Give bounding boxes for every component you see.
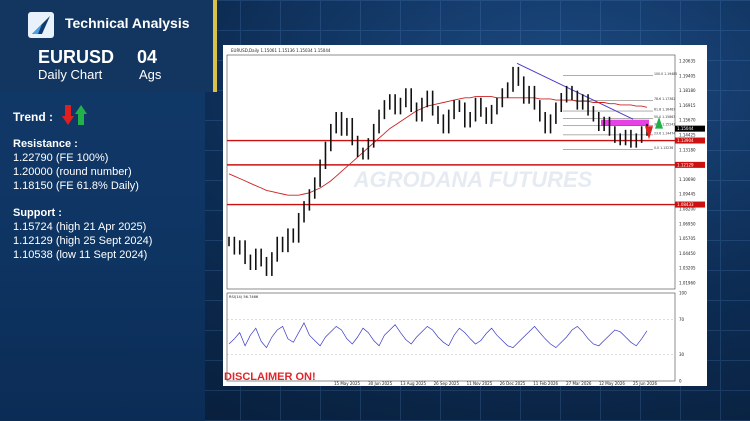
price-tick-label: 1.01960 <box>679 281 696 286</box>
disclaimer: DISCLAIMER ON! <box>224 371 316 383</box>
price-tick-label: 1.03205 <box>679 266 696 271</box>
date-tick-label: 11 Nov 2025 <box>467 381 493 386</box>
chart-title: EURUSD,Daily 1.15061 1.15136 1.15034 1.1… <box>231 48 331 53</box>
price-tick-label: 1.14425 <box>679 133 696 138</box>
resistance-title: Resistance : <box>13 138 78 150</box>
rsi-tick-label: 0 <box>679 379 682 384</box>
date-tick-label: 27 Mar 2026 <box>566 381 592 386</box>
support-title: Support : <box>13 207 62 219</box>
price-tick-label: 1.05705 <box>679 236 696 241</box>
fib-level-label: 23.6 1.14474 <box>654 131 675 135</box>
support-level: 1.15724 (high 21 Apr 2025) <box>13 221 147 233</box>
level-price-label: 1.08433 <box>677 202 694 207</box>
rsi-line <box>228 322 648 349</box>
resistance-level: 1.20000 (round number) <box>13 166 132 178</box>
date-tick-label: 12 May 2026 <box>599 381 626 386</box>
rsi-tick-label: 30 <box>679 352 685 357</box>
price-tick-label: 1.10690 <box>679 177 696 182</box>
date-month: Ags <box>139 67 162 82</box>
fib-level-label: 78.6 1.17382 <box>654 97 675 101</box>
support-level: 1.10538 (low 11 Sept 2024) <box>13 249 148 261</box>
level-price-label: 1.13904 <box>677 138 694 143</box>
trend-label: Trend : <box>13 110 54 124</box>
resistance-zone <box>601 119 649 126</box>
header: Technical Analysis EURUSD Daily Chart 04… <box>0 0 217 92</box>
price-tick-label: 1.09445 <box>679 192 696 197</box>
chart-svg: EURUSD,Daily 1.15061 1.15136 1.15034 1.1… <box>226 48 705 386</box>
red-down-arrow-icon <box>62 105 74 125</box>
date-day: 04 <box>137 47 158 67</box>
price-tick-label: 1.04450 <box>679 251 696 256</box>
level-price-label: 1.12129 <box>677 162 694 167</box>
price-tick-label: 1.13180 <box>679 147 696 152</box>
rsi-tick-label: 100 <box>679 291 687 296</box>
green-up-arrow-icon <box>75 105 87 125</box>
date-tick-label: 30 Jun 2025 <box>368 381 393 386</box>
date-tick-label: 26 Sep 2025 <box>434 381 460 386</box>
brand-title: Technical Analysis <box>65 15 190 31</box>
rsi-tick-label: 70 <box>679 317 685 322</box>
date-tick-label: 25 Jun 2026 <box>633 381 658 386</box>
currency-pair: EURUSD <box>38 47 115 67</box>
resistance-level: 1.18150 (FE 61.8% Daily) <box>13 180 139 192</box>
current-price-label: 1.15044 <box>677 126 694 131</box>
fib-level-label: 50.0 1.15863 <box>654 115 675 119</box>
fib-level-label: 100.0 1.19485 <box>654 72 677 76</box>
price-tick-label: 1.16915 <box>679 103 696 108</box>
watermark: AGRODANA FUTURES <box>353 167 593 192</box>
date-tick-label: 13 Aug 2025 <box>400 381 426 386</box>
price-tick-label: 1.20635 <box>679 59 696 64</box>
logo-icon <box>28 12 54 38</box>
date-tick-label: 26 Dec 2025 <box>500 381 526 386</box>
support-level: 1.12129 (high 25 Sept 2024) <box>13 235 153 247</box>
fib-level-label: 61.8 1.16483 <box>654 108 675 112</box>
price-tick-label: 1.19405 <box>679 73 696 78</box>
date-tick-label: 15 May 2025 <box>334 381 361 386</box>
support-block: Support : 1.15724 (high 21 Apr 2025) 1.1… <box>13 206 152 262</box>
price-tick-label: 1.15670 <box>679 118 696 123</box>
trend-icons <box>62 103 92 127</box>
rsi-label: RSI(14) 56.7466 <box>229 295 259 299</box>
price-chart: EURUSD,Daily 1.15061 1.15136 1.15034 1.1… <box>223 45 707 386</box>
fib-level-label: 0.0 1.13236 <box>654 146 673 150</box>
price-tick-label: 1.18180 <box>679 88 696 93</box>
resistance-level: 1.22790 (FE 100%) <box>13 152 109 164</box>
resistance-block: Resistance : 1.22790 (FE 100%) 1.20000 (… <box>13 137 139 193</box>
timeframe-label: Daily Chart <box>38 67 103 82</box>
date-tick-label: 11 Feb 2026 <box>533 381 558 386</box>
price-tick-label: 1.06950 <box>679 221 696 226</box>
